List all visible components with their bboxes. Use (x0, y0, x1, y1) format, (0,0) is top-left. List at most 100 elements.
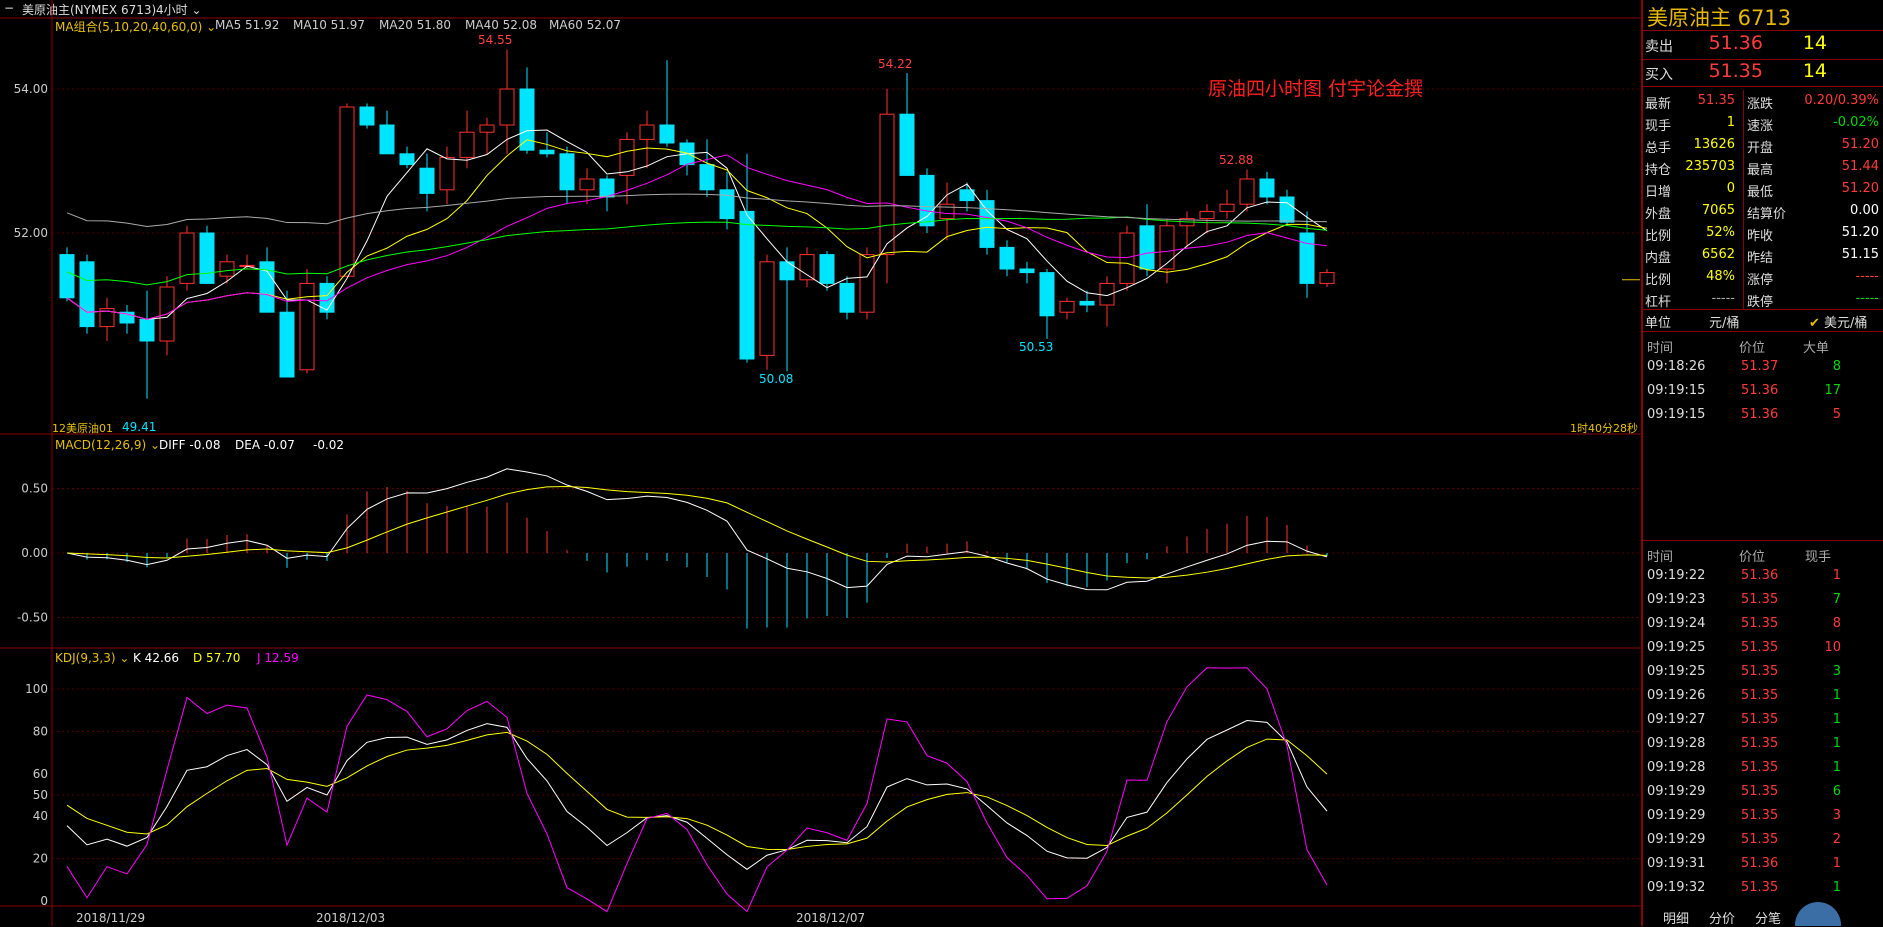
dea-line (66, 485, 1328, 579)
ma40-line (66, 216, 1328, 286)
stat-value: -0.02% (1833, 115, 1879, 130)
quote-row: 内盘 6562 昨结 51.15 (1643, 244, 1883, 268)
table-row[interactable]: 09:19:27 51.35 1 (1643, 709, 1883, 733)
tick-price: 51.35 (1741, 736, 1779, 751)
d-line (66, 731, 1328, 850)
kdj-d: D 57.70 (193, 651, 241, 665)
trade-time: 09:19:15 (1647, 407, 1706, 422)
tick-qty: 3 (1832, 664, 1841, 679)
tick-time: 09:19:27 (1647, 712, 1706, 727)
kdj-tick-label: 50 (33, 788, 48, 802)
tick-qty: 1 (1832, 736, 1841, 751)
table-row[interactable]: 09:19:31 51.36 1 (1643, 853, 1883, 877)
table-row[interactable]: 09:19:22 51.36 1 (1643, 565, 1883, 589)
kdj-j: J 12.59 (257, 651, 299, 665)
table-row[interactable]: 09:19:28 51.35 1 (1643, 733, 1883, 757)
chart-area[interactable]: 54.00 52.00 0.50 0.00 -0.50 100 80 60 50 40 20 0 (0, 0, 1640, 926)
sell-price: 51.36 (1708, 32, 1763, 54)
trade-price: 51.36 (1741, 407, 1779, 422)
table-row[interactable]: 09:19:29 51.35 6 (1643, 781, 1883, 805)
ma40-value: MA40 52.08 (465, 18, 537, 32)
stat-label: 昨结 (1747, 251, 1774, 266)
stat-label: 内盘 (1645, 251, 1672, 266)
candle-body (799, 254, 815, 281)
stat-label: 比例 (1645, 273, 1672, 288)
kdj-tick-label: 80 (33, 724, 48, 738)
table-row[interactable]: 09:19:29 51.35 3 (1643, 805, 1883, 829)
stat-label: 总手 (1645, 141, 1672, 156)
tick-qty: 1 (1832, 856, 1841, 871)
candle-body (739, 210, 755, 360)
contract-label: 12美原油01 (52, 422, 113, 435)
stat-label: 现手 (1645, 119, 1672, 134)
macd-tick-label: 0.50 (21, 482, 48, 496)
ma20-value: MA20 51.80 (379, 18, 451, 32)
trade-time: 09:18:26 (1647, 359, 1706, 374)
tick-price: 51.35 (1741, 592, 1779, 607)
candle-body (1219, 203, 1235, 212)
stat-label: 昨收 (1747, 229, 1774, 244)
candle-body (59, 254, 75, 299)
unit-cny-option[interactable]: 元/桶 (1709, 312, 1739, 331)
unit-usd-option[interactable]: ✔ 美元/桶 (1809, 312, 1867, 331)
tab-price[interactable]: 分价 (1709, 908, 1735, 927)
candle-body (439, 156, 455, 191)
list-item[interactable]: 09:18:26 51.37 8 (1643, 356, 1883, 380)
macd-tick-label: -0.50 (17, 611, 48, 625)
quote-row: 比例 52% 昨收 51.20 (1643, 222, 1883, 246)
tick-time: 09:19:29 (1647, 832, 1706, 847)
candle-body (999, 246, 1015, 270)
table-row[interactable]: 09:19:26 51.35 1 (1643, 685, 1883, 709)
column-header: 大单 (1803, 341, 1830, 356)
table-row[interactable]: 09:19:24 51.35 8 (1643, 613, 1883, 637)
watermark-text: 原油四小时图 付宇论金撰 (1208, 78, 1424, 100)
stat-label: 杠杆 (1645, 295, 1672, 310)
tick-price: 51.35 (1741, 760, 1779, 775)
stat-label: 开盘 (1747, 141, 1774, 156)
tick-qty: 1 (1832, 712, 1841, 727)
macd-legend: MACD(12,26,9) ⌄ DIFF -0.08 DEA -0.07 -0.… (55, 438, 655, 454)
tick-qty: 1 (1832, 688, 1841, 703)
candle-body (1299, 232, 1315, 284)
tick-time: 09:19:23 (1647, 592, 1706, 607)
table-row[interactable]: 09:19:25 51.35 10 (1643, 637, 1883, 661)
ma-legend-name[interactable]: MA组合(5,10,20,40,60,0) ⌄ (55, 18, 216, 35)
list-item[interactable]: 09:19:15 51.36 5 (1643, 404, 1883, 428)
candle-body (139, 318, 155, 342)
trade-price: 51.36 (1741, 383, 1779, 398)
trade-qty: 8 (1832, 359, 1841, 374)
tick-time: 09:19:28 (1647, 736, 1706, 751)
tick-time: 09:19:32 (1647, 880, 1706, 895)
candle-body (199, 232, 215, 284)
trade-qty: 17 (1824, 383, 1841, 398)
candle-body (1059, 300, 1075, 313)
tab-detail[interactable]: 明细 (1663, 908, 1689, 927)
tick-price: 51.35 (1741, 712, 1779, 727)
kdj-legend-name[interactable]: KDJ(9,3,3) ⌄ (55, 651, 129, 665)
candle-body (279, 311, 295, 378)
macd-legend-name[interactable]: MACD(12,26,9) ⌄ (55, 438, 160, 452)
stat-label: 涨停 (1747, 273, 1774, 288)
stat-value: 0.00 (1850, 203, 1879, 218)
candle-body (399, 153, 415, 166)
candle-body (879, 113, 895, 256)
candle-body (339, 106, 355, 277)
table-row[interactable]: 09:19:23 51.35 7 (1643, 589, 1883, 613)
table-row[interactable]: 09:19:28 51.35 1 (1643, 757, 1883, 781)
tab-trades[interactable]: 分笔 (1755, 908, 1781, 927)
candle-body (1319, 272, 1335, 284)
table-row[interactable]: 09:19:32 51.35 1 (1643, 877, 1883, 901)
table-row[interactable]: 09:19:29 51.35 2 (1643, 829, 1883, 853)
list-item[interactable]: 09:19:15 51.36 17 (1643, 380, 1883, 404)
table-row[interactable]: 09:19:25 51.35 3 (1643, 661, 1883, 685)
date-label-3: 2018/12/07 (796, 911, 866, 925)
tick-qty: 7 (1832, 592, 1841, 607)
candle-body (379, 124, 395, 155)
macd-tick-label: 0.00 (21, 546, 48, 560)
tick-time: 09:19:29 (1647, 784, 1706, 799)
sell-label: 卖出 (1645, 39, 1673, 55)
ma60-value: MA60 52.07 (549, 18, 621, 32)
tick-price: 51.35 (1741, 688, 1779, 703)
stat-value: 51.44 (1841, 159, 1879, 174)
quote-row: 日增 0 最低 51.20 (1643, 178, 1883, 202)
